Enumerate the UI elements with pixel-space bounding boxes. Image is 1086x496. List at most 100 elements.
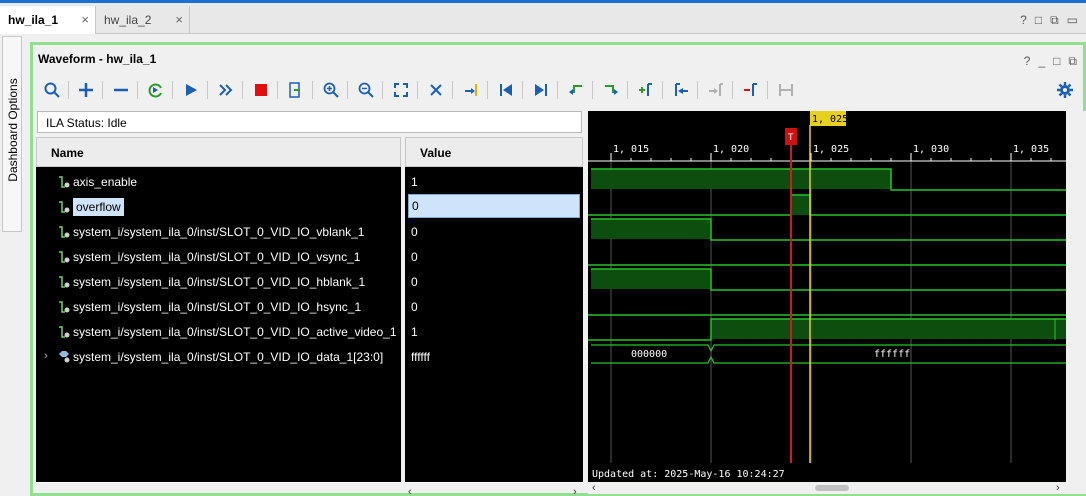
waveform-canvas[interactable]: 1, 015 1, 020 1, 025 1, 030 1, 035 00000… — [588, 111, 1066, 482]
signal-icon — [58, 175, 70, 189]
bus-value: ffffff — [874, 349, 910, 360]
signal-icon — [58, 200, 70, 214]
name-column-header[interactable]: Name — [36, 137, 401, 167]
stop-icon[interactable] — [250, 79, 272, 101]
signal-value-list: 1 0 0 0 0 0 1 ffffff — [405, 167, 583, 483]
help-icon[interactable]: ? — [1020, 13, 1027, 28]
close-icon[interactable]: × — [81, 12, 89, 27]
remove-icon[interactable] — [110, 79, 132, 101]
tab-hw-ila-2[interactable]: hw_ila_2 × — [96, 6, 190, 34]
minimize-icon[interactable]: _ — [1038, 54, 1045, 69]
value-row-selected[interactable]: 0 — [408, 194, 580, 218]
zoom-in-icon[interactable] — [320, 79, 342, 101]
restore-icon[interactable]: ⧉ — [1050, 13, 1059, 28]
zoom-out-icon[interactable] — [355, 79, 377, 101]
close-icon[interactable]: × — [175, 12, 183, 27]
next-marker-icon — [705, 79, 727, 101]
run-immediate-icon[interactable] — [215, 79, 237, 101]
zoom-fit-icon[interactable] — [390, 79, 412, 101]
tab-hw-ila-1[interactable]: hw_ila_1 × — [0, 6, 96, 34]
waveform-high — [711, 319, 1066, 339]
tab-label: hw_ila_1 — [8, 13, 59, 27]
value-row: 0 — [405, 220, 583, 244]
vertical-scrollbar[interactable] — [1066, 111, 1086, 494]
go-to-start-icon[interactable] — [495, 79, 517, 101]
scroll-left-icon[interactable]: ‹ — [592, 482, 596, 494]
scrollbar-thumb[interactable] — [815, 485, 849, 491]
bus-value: 000000 — [631, 349, 667, 360]
search-icon[interactable] — [41, 79, 63, 101]
signal-row[interactable]: system_i/system_ila_0/inst/SLOT_0_VID_IO… — [36, 295, 401, 319]
panel-title: Waveform - hw_ila_1 — [38, 52, 157, 66]
signal-icon — [58, 325, 70, 339]
dashboard-options-tab[interactable]: Dashboard Options — [2, 36, 22, 232]
signal-row[interactable]: system_i/system_ila_0/inst/SLOT_0_VID_IO… — [36, 245, 401, 269]
signal-icon — [58, 225, 70, 239]
swap-cursors-icon — [775, 79, 797, 101]
signal-value: 0 — [411, 300, 418, 314]
help-icon[interactable]: ? — [1024, 54, 1031, 69]
scroll-left-icon[interactable]: ‹ — [408, 486, 412, 496]
auto-retrigger-icon[interactable] — [145, 79, 167, 101]
trigger-label: T — [788, 133, 794, 143]
cursor-to-zoom-icon[interactable] — [425, 79, 447, 101]
signal-icon — [58, 250, 70, 264]
minimize-icon[interactable]: □ — [1035, 13, 1042, 28]
maximize-icon[interactable]: ▭ — [1067, 13, 1078, 28]
updated-timestamp: Updated at: 2025-May-16 10:24:27 — [592, 469, 785, 480]
signal-name-list: axis_enable overflow system_i/system_ila… — [36, 167, 401, 483]
maximize-icon[interactable]: ⧉ — [1068, 54, 1077, 69]
signal-icon — [58, 275, 70, 289]
signal-row[interactable]: system_i/system_ila_0/inst/SLOT_0_VID_IO… — [36, 320, 401, 344]
editor-tab-bar: hw_ila_1 × hw_ila_2 × ? □ ⧉ ▭ — [0, 0, 1086, 34]
restore-icon[interactable]: □ — [1053, 54, 1060, 69]
scroll-right-icon[interactable]: › — [573, 486, 577, 496]
waveform-horizontal-scrollbar[interactable]: ‹ › — [588, 482, 1066, 494]
gear-icon[interactable] — [1054, 79, 1076, 101]
panel-window-controls: ? _ □ ⧉ — [1024, 54, 1077, 69]
signal-value: 0 — [411, 275, 418, 289]
value-row: 0 — [405, 270, 583, 294]
tick-label: 1, 020 — [713, 144, 749, 155]
run-trigger-icon[interactable] — [180, 79, 202, 101]
dashboard-options-label: Dashboard Options — [6, 78, 20, 182]
signal-row[interactable]: system_i/system_ila_0/inst/SLOT_0_VID_IO… — [36, 220, 401, 244]
delete-marker-icon[interactable] — [740, 79, 762, 101]
signal-value: 0 — [412, 199, 419, 213]
value-row: 1 — [405, 170, 583, 194]
value-row: ffffff — [405, 345, 583, 369]
waveform-high — [791, 195, 810, 215]
signal-value: 1 — [411, 175, 418, 189]
previous-marker-icon[interactable] — [670, 79, 692, 101]
window-controls: ? □ ⧉ ▭ — [1020, 13, 1078, 28]
signal-name: overflow — [73, 198, 124, 216]
value-column-header[interactable]: Value — [405, 137, 583, 167]
signal-value: 0 — [411, 250, 418, 264]
tick-label: 1, 025 — [813, 144, 849, 155]
signal-name: axis_enable — [73, 175, 138, 189]
signal-row-selected[interactable]: overflow — [36, 195, 401, 219]
waveform-svg: 1, 015 1, 020 1, 025 1, 030 1, 035 00000… — [588, 111, 1066, 482]
scroll-right-icon[interactable]: › — [1056, 482, 1060, 494]
go-to-end-icon[interactable] — [530, 79, 552, 101]
signal-name: system_i/system_ila_0/inst/SLOT_0_VID_IO… — [73, 250, 361, 264]
waveform-high — [591, 219, 711, 239]
signal-row[interactable]: system_i/system_ila_0/inst/SLOT_0_VID_IO… — [36, 270, 401, 294]
tab-label: hw_ila_2 — [104, 13, 152, 27]
add-marker-icon[interactable] — [635, 79, 657, 101]
signal-name: system_i/system_ila_0/inst/SLOT_0_VID_IO… — [73, 225, 365, 239]
signal-name: system_i/system_ila_0/inst/SLOT_0_VID_IO… — [73, 350, 384, 364]
export-icon[interactable] — [284, 79, 306, 101]
chevron-right-icon[interactable]: › — [44, 350, 48, 362]
value-row: 0 — [405, 245, 583, 269]
next-transition-icon[interactable] — [600, 79, 622, 101]
tick-label: 1, 015 — [613, 144, 649, 155]
waveform-high — [591, 269, 711, 289]
go-to-time-icon[interactable] — [460, 79, 482, 101]
add-icon[interactable] — [75, 79, 97, 101]
previous-transition-icon[interactable] — [565, 79, 587, 101]
tick-label: 1, 035 — [1013, 144, 1049, 155]
bus-row[interactable]: › system_i/system_ila_0/inst/SLOT_0_VID_… — [36, 345, 401, 369]
bus-icon — [58, 350, 70, 364]
signal-row[interactable]: axis_enable — [36, 170, 401, 194]
